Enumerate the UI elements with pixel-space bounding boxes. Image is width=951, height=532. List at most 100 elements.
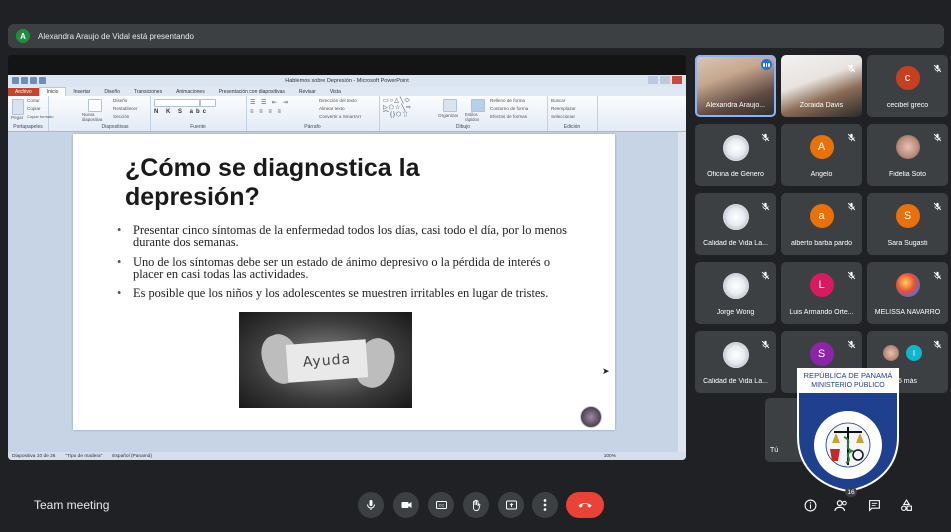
activities-button[interactable] (897, 496, 915, 514)
participant-name: Fidelia Soto (889, 171, 926, 178)
svg-text:CC: CC (438, 503, 444, 508)
participant-tile[interactable]: Alexandra Araujo... (695, 55, 776, 117)
avatar: a (809, 204, 834, 228)
tab-revisar: Revisar (298, 89, 316, 95)
present-button[interactable] (498, 492, 524, 518)
captions-button[interactable]: CC (428, 492, 454, 518)
participant-tile[interactable]: A Angelo (781, 124, 862, 186)
efectos-label: Efectos de formas (490, 114, 528, 119)
diseno-label: Diseño (113, 98, 128, 103)
avatar: c (895, 66, 920, 90)
group-parrafo: ☰ ☰ ⇤ ⇥ ≡ ≡ ≡ ≡ Dirección del texto Alin… (246, 96, 380, 131)
muted-mic-icon (847, 336, 856, 349)
participant-tile[interactable]: a alberto barba pardo (781, 193, 862, 255)
tab-archivo: Archivo (8, 88, 39, 96)
participant-tile[interactable]: L Luis Armando Orte... (781, 262, 862, 324)
participant-tile[interactable]: Calidad de Vida La... (695, 193, 776, 255)
cortar-label: Cortar (27, 98, 40, 103)
seccion-label: Sección (113, 114, 130, 119)
camera-button[interactable] (393, 492, 419, 518)
slide-bullet: Presentar cinco síntomas de la enfermeda… (117, 224, 575, 248)
people-icon (833, 499, 847, 511)
status-language: Español (Panamá) (112, 454, 153, 459)
muted-mic-icon (933, 267, 942, 280)
muted-mic-icon (933, 129, 942, 142)
participant-name: Jorge Wong (716, 309, 755, 316)
participant-tile[interactable]: MELISSA NAVARRO (867, 262, 948, 324)
avatar (722, 342, 749, 368)
institute-seal-logo: REPÚBLICA DE PANAMÁ MINISTERIO PÚBLICO (797, 368, 899, 493)
relleno-label: Relleno de forma (490, 98, 525, 103)
presentation-stage[interactable]: Hablemos sobre Depresión - Microsoft Pow… (8, 55, 686, 460)
muted-mic-icon (933, 336, 942, 349)
avatar: A (809, 135, 834, 159)
muted-mic-icon (761, 267, 770, 280)
participant-tile[interactable]: Zoraida Davis (781, 55, 862, 117)
organizar-label: Organizar (438, 113, 459, 118)
slide-bullet: Es posible que los niños y los adolescen… (117, 287, 575, 299)
powerpoint-window: Hablemos sobre Depresión - Microsoft Pow… (8, 75, 686, 460)
arrange-icon (443, 99, 457, 112)
vertical-scrollbar (678, 132, 686, 452)
muted-mic-icon (847, 60, 856, 73)
ppt-window-title: Hablemos sobre Depresión - Microsoft Pow… (285, 78, 409, 84)
ppt-status-bar: Diapositiva 10 de 26 "Tipo de madera" Es… (8, 452, 686, 460)
mouse-cursor-icon: ➤ (602, 366, 610, 376)
raise-hand-button[interactable] (463, 492, 489, 518)
microphone-button[interactable] (358, 492, 384, 518)
participant-name: Sara Sugasti (887, 240, 928, 247)
avatar: S (809, 342, 834, 366)
participant-name: Calidad de Vida La... (703, 378, 768, 385)
muted-mic-icon (847, 129, 856, 142)
people-button[interactable] (832, 496, 850, 514)
participant-tile[interactable]: Calidad de Vida La... (695, 331, 776, 393)
participant-tile[interactable]: Jorge Wong (695, 262, 776, 324)
status-zoom: 100% (603, 454, 616, 459)
group-fuente: N K S abc Fuente (150, 96, 247, 131)
copiar-label: Copiar (27, 106, 41, 111)
muted-mic-icon (847, 198, 856, 211)
quick-styles-icon (471, 99, 485, 112)
group-portapapeles: Pegar Cortar Copiar Copiar formato Porta… (8, 96, 53, 131)
diapositivas-group-label: Diapositivas (101, 124, 129, 130)
microphone-icon (367, 500, 375, 510)
participant-tile[interactable]: Fidelia Soto (867, 124, 948, 186)
shapes-gallery-icon: ▭○△╲⬭ ▷⬠☆╲⇨ ⌒{}⬡⇧ (383, 98, 412, 118)
copiar-formato-label: Copiar formato (27, 114, 54, 119)
muted-mic-icon (847, 267, 856, 280)
more-options-button[interactable] (532, 492, 558, 518)
participant-name: Oficina de Género (707, 171, 764, 178)
chat-button[interactable] (865, 496, 883, 514)
muted-mic-icon (761, 129, 770, 142)
muted-mic-icon (933, 60, 942, 73)
group-edicion: Buscar Reemplazar Seleccionar Edición (547, 96, 598, 131)
participant-tile[interactable]: Oficina de Género (695, 124, 776, 186)
participant-tile[interactable]: S Sara Sugasti (867, 193, 948, 255)
info-icon (804, 499, 816, 511)
captions-icon: CC (435, 501, 447, 509)
participant-tile[interactable]: c cecibel greco (867, 55, 948, 117)
participant-name: MELISSA NAVARRO (874, 309, 941, 316)
hang-up-icon (578, 503, 592, 508)
avatar: S (895, 204, 920, 228)
align-icons: ≡ ≡ ≡ ≡ (250, 109, 284, 115)
avatar (895, 273, 920, 297)
muted-mic-icon (933, 198, 942, 211)
pegar-label: Pegar (11, 115, 24, 120)
meeting-details-button[interactable] (801, 496, 819, 514)
ribbon: Pegar Cortar Copiar Copiar formato Porta… (8, 96, 686, 132)
font-format-icons: N K S abc (154, 109, 210, 115)
speaking-indicator-icon (761, 59, 772, 70)
group-diapositivas: Nueva diapositiva Diseño Restablecer Sec… (80, 96, 151, 131)
slide-ornament-icon (580, 406, 602, 428)
present-screen-icon (505, 500, 517, 510)
portapapeles-group-label: Portapapeles (13, 124, 43, 130)
group-dibujo: ▭○△╲⬭ ▷⬠☆╲⇨ ⌒{}⬡⇧ Organizar Estilos rápido… (379, 96, 548, 131)
help-paper: Ayuda (285, 339, 369, 383)
participant-name: Calidad de Vida La... (703, 240, 768, 247)
slide-title: ¿Cómo se diagnostica la depresión? (125, 154, 420, 211)
self-label: Tú (770, 447, 779, 454)
paste-icon (12, 99, 24, 115)
leave-call-button[interactable] (566, 492, 604, 518)
contorno-label: Contorno de forma (490, 106, 529, 111)
